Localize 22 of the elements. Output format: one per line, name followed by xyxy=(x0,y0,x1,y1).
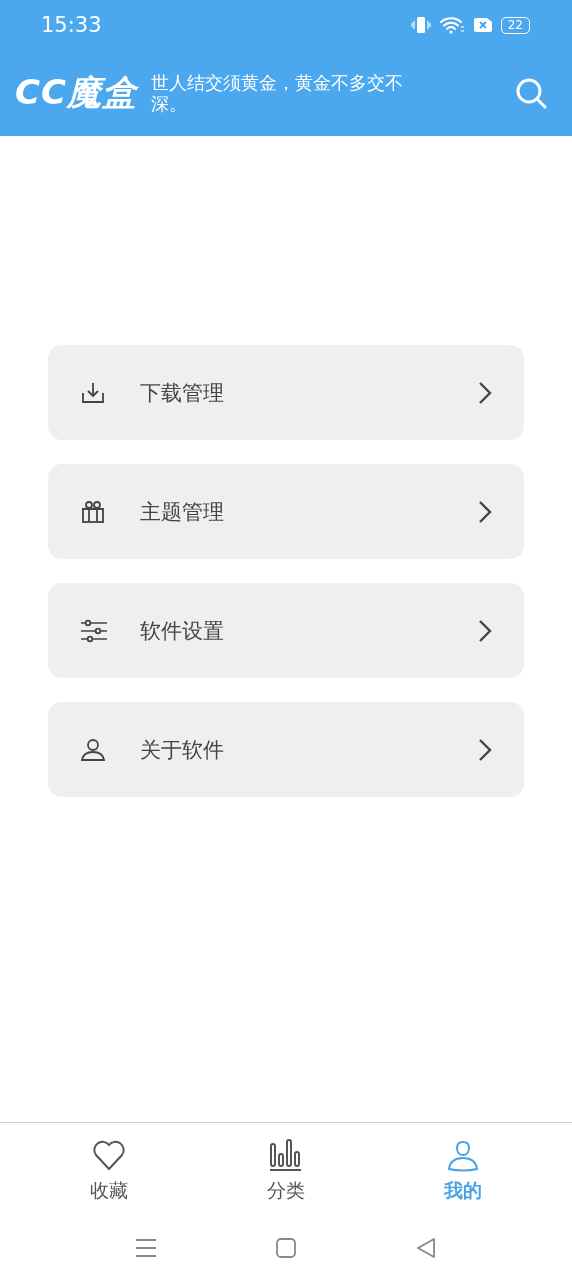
status-time: 15:33 xyxy=(41,13,102,37)
menu-item[interactable]: 关于软件 xyxy=(48,702,524,797)
back-icon[interactable] xyxy=(415,1237,437,1259)
chevron-right-icon xyxy=(478,380,492,405)
home-icon[interactable] xyxy=(275,1237,297,1259)
nav-tab[interactable]: 分类 xyxy=(246,1137,326,1204)
bar-chart-icon xyxy=(268,1137,304,1172)
menu-item[interactable]: 软件设置 xyxy=(48,583,524,678)
chevron-right-icon xyxy=(478,499,492,524)
sim-card-icon xyxy=(472,17,493,33)
app-logo: CC魔盒 xyxy=(15,71,137,114)
search-button[interactable] xyxy=(514,76,548,110)
vibrate-icon xyxy=(410,16,431,34)
wifi-icon xyxy=(438,16,465,34)
chevron-right-icon xyxy=(478,618,492,643)
battery-indicator: 22 xyxy=(500,16,530,34)
nav-tab[interactable]: 收藏 xyxy=(68,1137,149,1204)
header-motto: 世人结交须黄金，黄金不多交不深。 xyxy=(150,72,404,114)
menu-item[interactable]: 主题管理 xyxy=(48,464,524,559)
menu-item[interactable]: 下载管理 xyxy=(48,345,524,440)
chevron-right-icon xyxy=(478,737,492,762)
menu-icon[interactable] xyxy=(135,1238,157,1258)
